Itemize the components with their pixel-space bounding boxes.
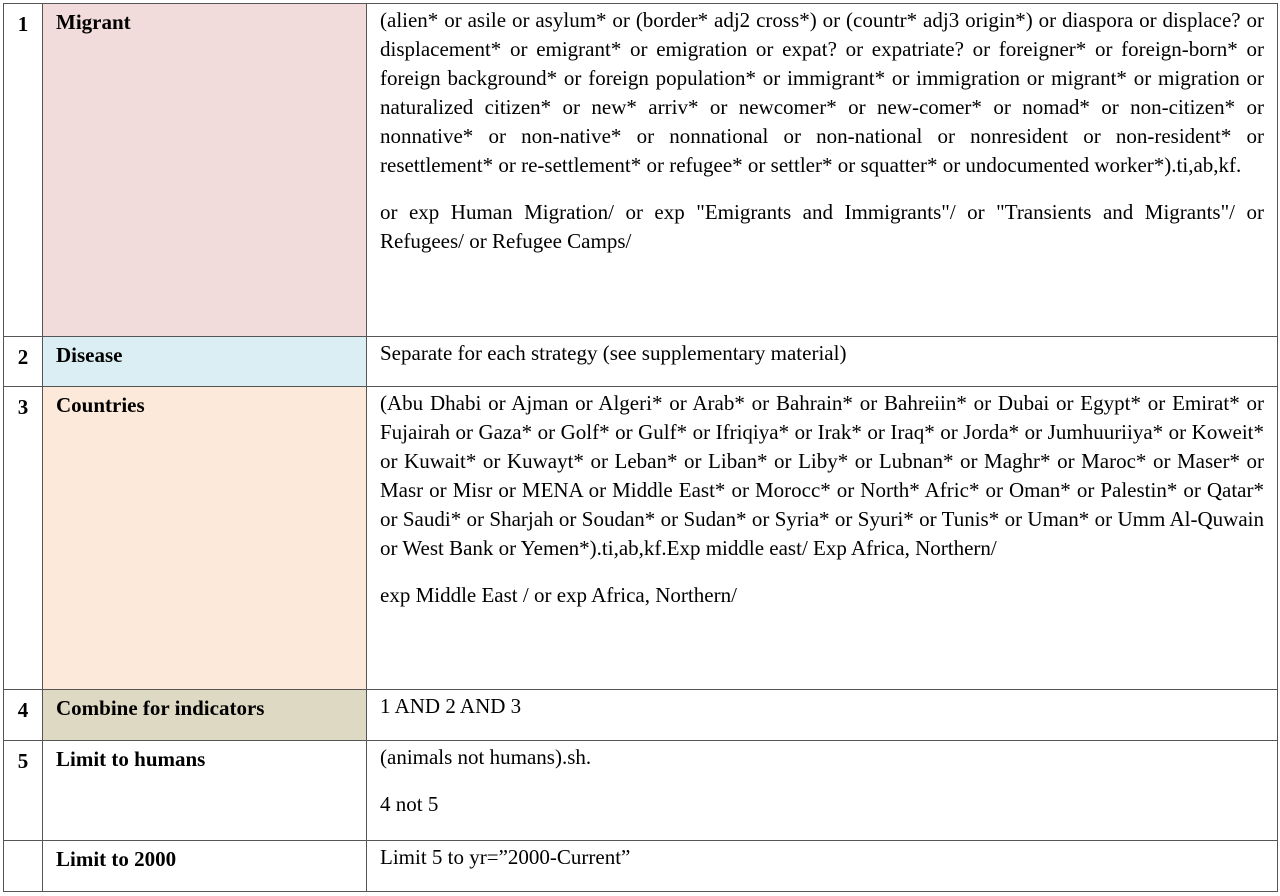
table-row: 2 Disease Separate for each strategy (se… [3, 336, 1278, 387]
table-row: 5 Limit to humans (animals not humans).s… [3, 740, 1278, 841]
row-number: 4 [3, 689, 43, 741]
query-paragraph: Separate for each strategy (see suppleme… [380, 341, 847, 365]
row-label: Countries [42, 386, 367, 690]
query-paragraph: 1 AND 2 AND 3 [380, 694, 522, 718]
row-label: Limit to humans [42, 740, 367, 841]
row-label: Combine for indicators [42, 689, 367, 741]
table-row: 3 Countries (Abu Dhabi or Ajman or Alger… [3, 386, 1278, 690]
table-row: 4 Combine for indicators 1 AND 2 AND 3 [3, 689, 1278, 741]
row-label: Disease [42, 336, 367, 387]
row-query: (alien* or asile or asylum* or (border* … [366, 3, 1278, 337]
row-number: 5 [3, 740, 43, 841]
table-row: 1 Migrant (alien* or asile or asylum* or… [3, 3, 1278, 337]
query-paragraph: (alien* or asile or asylum* or (border* … [380, 8, 1264, 177]
query-paragraph: Limit 5 to yr=”2000-Current” [380, 845, 631, 869]
search-strategy-table: 1 Migrant (alien* or asile or asylum* or… [3, 3, 1278, 892]
query-paragraph: (Abu Dhabi or Ajman or Algeri* or Arab* … [380, 391, 1264, 560]
query-paragraph: 4 not 5 [380, 792, 439, 816]
row-label: Limit to 2000 [42, 840, 367, 892]
row-query: Separate for each strategy (see suppleme… [366, 336, 1278, 387]
row-number: 3 [3, 386, 43, 690]
query-paragraph: (animals not humans).sh. [380, 745, 592, 769]
row-label: Migrant [42, 3, 367, 337]
row-query: (animals not humans).sh. 4 not 5 [366, 740, 1278, 841]
row-number: 1 [3, 3, 43, 337]
table-row: Limit to 2000 Limit 5 to yr=”2000-Curren… [3, 840, 1278, 892]
row-query: 1 AND 2 AND 3 [366, 689, 1278, 741]
query-paragraph: exp Middle East / or exp Africa, Norther… [380, 583, 737, 607]
row-number [3, 840, 43, 892]
row-query: (Abu Dhabi or Ajman or Algeri* or Arab* … [366, 386, 1278, 690]
row-number: 2 [3, 336, 43, 387]
row-query: Limit 5 to yr=”2000-Current” [366, 840, 1278, 892]
query-paragraph: or exp Human Migration/ or exp "Emigrant… [380, 200, 1264, 253]
